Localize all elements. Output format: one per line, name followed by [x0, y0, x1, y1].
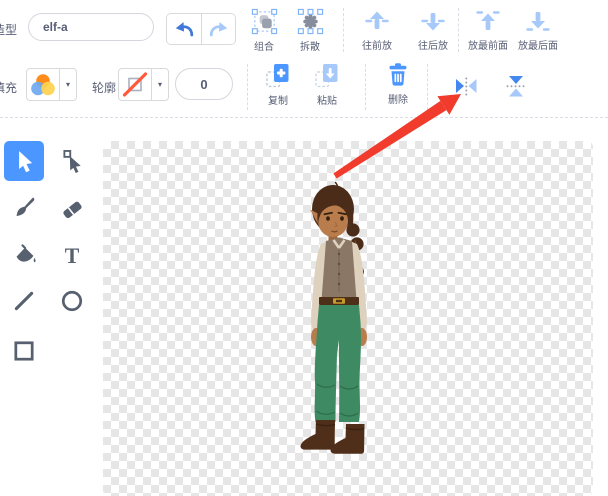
arrow-down-backward-icon	[420, 8, 446, 34]
copy-button[interactable]: 复制	[258, 62, 298, 107]
bring-to-front-label: 放最前面	[468, 37, 508, 52]
svg-text:T: T	[65, 244, 80, 267]
tool-text[interactable]: T	[52, 235, 92, 275]
separator	[365, 64, 366, 110]
flip-horizontal-button[interactable]	[453, 73, 479, 99]
flip-horizontal-icon	[453, 73, 479, 99]
bring-forward-label: 往前放	[362, 37, 392, 52]
fill-bucket-icon	[12, 243, 36, 267]
separator	[247, 64, 248, 110]
select-cursor-icon	[12, 149, 36, 173]
flip-vertical-icon	[503, 73, 529, 99]
delete-label: 删除	[388, 91, 408, 106]
redo-icon	[208, 20, 230, 38]
send-to-back-label: 放最后面	[518, 37, 558, 52]
history-group	[166, 13, 236, 45]
undo-icon	[173, 20, 195, 38]
buckle-inner	[336, 300, 342, 302]
ungroup-label: 拆散	[300, 38, 320, 53]
fill-color-dropdown[interactable]: ▾	[59, 69, 76, 100]
chevron-down-icon: ▾	[66, 80, 70, 89]
bring-forward-button[interactable]: 往前放	[352, 8, 402, 52]
outline-color-swatch[interactable]	[119, 69, 151, 100]
rectangle-tool-icon	[12, 339, 36, 363]
outline-color-control[interactable]: ▾	[118, 68, 169, 101]
tool-line[interactable]	[4, 281, 44, 321]
flip-vertical-button[interactable]	[503, 73, 529, 99]
tool-select[interactable]	[4, 141, 44, 181]
copy-icon	[265, 62, 291, 89]
separator	[343, 8, 344, 52]
arrow-up-to-line-icon	[475, 8, 501, 34]
eraser-icon	[60, 195, 84, 219]
tool-reshape[interactable]	[52, 141, 92, 181]
outline-color-dropdown[interactable]: ▾	[151, 69, 168, 100]
arrow-down-to-line-icon	[525, 8, 551, 34]
costume-name-label: 造型	[0, 21, 17, 38]
redo-button[interactable]	[201, 14, 235, 44]
elf-sprite[interactable]	[295, 180, 385, 456]
bring-to-front-button[interactable]: 放最前面	[462, 8, 514, 52]
tool-circle[interactable]	[52, 281, 92, 321]
undo-button[interactable]	[167, 14, 201, 44]
tool-rectangle[interactable]	[4, 331, 44, 371]
outline-label: 轮廓	[92, 79, 116, 96]
send-to-back-button[interactable]: 放最后面	[512, 8, 564, 52]
paint-editor: { "editor": { "costume": { "label": "造型"…	[0, 0, 608, 496]
stroke-width-input[interactable]	[175, 68, 233, 100]
text-tool-icon: T	[60, 243, 84, 267]
reshape-icon	[60, 149, 84, 173]
paste-button[interactable]: 粘贴	[307, 62, 347, 107]
paste-label: 粘贴	[317, 92, 337, 107]
tool-fill[interactable]	[4, 235, 44, 275]
send-backward-label: 往后放	[418, 37, 448, 52]
ungroup-icon	[297, 8, 324, 35]
copy-label: 复制	[268, 92, 288, 107]
fill-color-control[interactable]: ▾	[26, 68, 77, 101]
fill-label: 填充	[0, 79, 17, 96]
paint-canvas[interactable]	[103, 141, 593, 496]
group-label: 组合	[254, 38, 274, 53]
trash-icon	[385, 61, 411, 88]
group-icon	[251, 8, 278, 35]
separator	[427, 64, 428, 110]
delete-button[interactable]: 删除	[378, 61, 418, 106]
fill-color-swatch[interactable]	[27, 69, 59, 100]
toolbar-canvas-divider	[0, 117, 608, 118]
line-tool-icon	[12, 289, 36, 313]
tool-eraser[interactable]	[52, 187, 92, 227]
circle-tool-icon	[60, 289, 84, 313]
brush-icon	[12, 195, 36, 219]
no-outline-icon	[119, 69, 151, 100]
chevron-down-icon: ▾	[158, 80, 162, 89]
separator	[458, 8, 459, 52]
ungroup-button[interactable]: 拆散	[290, 8, 330, 53]
arrow-up-forward-icon	[364, 8, 390, 34]
group-button[interactable]: 组合	[244, 8, 284, 53]
pants	[315, 305, 361, 422]
costume-name-input[interactable]	[28, 13, 154, 41]
paste-icon	[314, 62, 340, 89]
three-color-circles-icon	[27, 69, 59, 100]
tool-brush[interactable]	[4, 187, 44, 227]
send-backward-button[interactable]: 往后放	[408, 8, 458, 52]
